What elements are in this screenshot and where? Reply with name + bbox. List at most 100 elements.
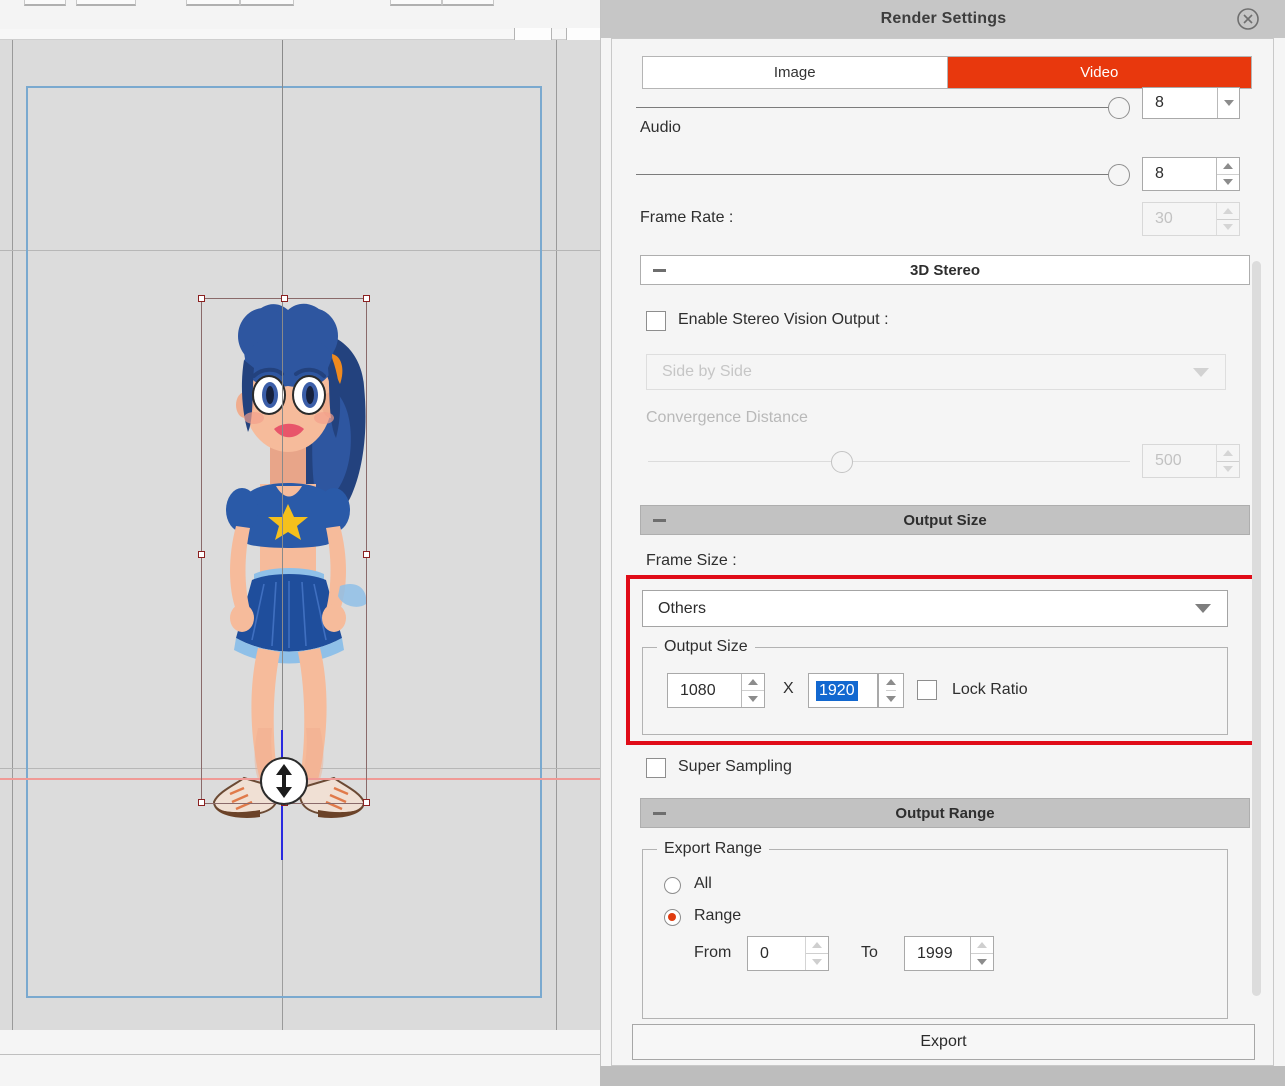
section-header-output-size[interactable]: Output Size [640,505,1250,535]
frame-rate-spinner-up[interactable] [1217,203,1239,219]
export-range-label-all: All [694,875,712,892]
convergence-spinner[interactable]: 500 [1142,444,1240,478]
selection-bounding-box[interactable] [198,295,370,806]
convergence-value: 500 [1155,452,1182,469]
section-title-output-size: Output Size [903,511,987,529]
quality-spinner-down[interactable] [1217,88,1239,118]
dialog-scrollbar-track[interactable] [1252,91,1261,1051]
guide-line-vertical [12,40,13,1030]
minus-icon [653,811,666,815]
size-separator-label: X [783,680,794,697]
convergence-spinner-arrows[interactable] [1216,445,1239,477]
output-width-spinner-down[interactable] [742,690,764,707]
output-width-spinner-up[interactable] [742,674,764,690]
convergence-spinner-up[interactable] [1217,445,1239,461]
toolbar-button-edge[interactable] [240,0,294,6]
to-frame-spinner-down[interactable] [971,953,993,970]
selection-handle-ml[interactable] [198,551,205,558]
audio-slider-knob[interactable] [1108,164,1130,186]
toolbar-strip [0,0,605,6]
from-frame-spinner[interactable]: 0 [747,936,829,971]
quality-slider-knob[interactable] [1108,97,1130,119]
super-sampling-checkbox[interactable] [646,758,666,778]
export-range-group-legend: Export Range [657,840,769,858]
export-button[interactable]: Export [632,1024,1255,1060]
convergence-spinner-down[interactable] [1217,460,1239,478]
output-width-spinner[interactable]: 1080 [667,673,765,708]
frame-rate-spinner-down[interactable] [1217,218,1239,236]
minus-icon [653,268,666,272]
output-height-field[interactable]: 1920 [808,673,878,708]
guide-line-vertical [556,40,557,1030]
output-width-spinner-arrows[interactable] [741,674,764,707]
selection-handle-tc[interactable] [281,295,288,302]
status-bar [0,1070,600,1086]
selection-handle-mr[interactable] [363,551,370,558]
frame-rate-label: Frame Rate : [640,209,734,226]
output-height-value: 1920 [816,680,858,701]
secondary-toolbar [0,28,605,46]
toolbar-button-edge[interactable] [24,0,66,6]
toolbar-button-edge[interactable] [390,0,442,6]
frame-rate-spinner-arrows[interactable] [1216,203,1239,235]
from-label: From [694,944,732,961]
pivot-move-handle[interactable] [260,757,308,805]
tab-video[interactable]: Video [946,57,1251,88]
section-header-output-range[interactable]: Output Range [640,798,1250,828]
export-range-radio-range[interactable] [664,909,681,926]
selection-handle-bl[interactable] [198,799,205,806]
output-height-spinner-down[interactable] [886,690,896,707]
selection-handle-tl[interactable] [198,295,205,302]
to-frame-spinner-arrows[interactable] [970,937,993,970]
section-title-3d-stereo: 3D Stereo [909,261,981,279]
audio-spinner[interactable]: 8 [1142,157,1240,191]
export-range-radio-all[interactable] [664,877,681,894]
super-sampling-label: Super Sampling [678,758,792,775]
section-header-3d-stereo[interactable]: 3D Stereo [640,255,1250,285]
enable-stereo-label: Enable Stereo Vision Output : [678,311,889,328]
selection-handle-br[interactable] [363,799,370,806]
enable-stereo-checkbox[interactable] [646,311,666,331]
audio-spinner-arrows[interactable] [1216,158,1239,190]
quality-slider-track[interactable] [636,107,1118,108]
frame-size-combobox[interactable]: Others [642,590,1228,627]
output-height-spinner-arrows[interactable] [878,673,904,708]
output-height-spinner-up[interactable] [886,674,896,690]
stereo-mode-combobox[interactable]: Side by Side [646,354,1226,390]
toolbar-button-edge[interactable] [76,0,136,6]
to-frame-spinner[interactable]: 1999 [904,936,994,971]
render-mode-tabs: Image Video [642,56,1252,89]
convergence-slider-knob[interactable] [831,451,853,473]
screen-root: Render Settings Image Video 8 Audio 8 Fr… [0,0,1285,1086]
selection-handle-tr[interactable] [363,295,370,302]
frame-rate-spinner[interactable]: 30 [1142,202,1240,236]
tab-image[interactable]: Image [643,57,947,88]
canvas-bottom-pad [0,1030,605,1055]
dialog-titlebar[interactable]: Render Settings [601,0,1285,38]
convergence-distance-label: Convergence Distance [646,409,808,426]
lock-ratio-checkbox[interactable] [917,680,937,700]
from-frame-spinner-up[interactable] [806,937,828,953]
close-icon[interactable] [1236,7,1260,31]
audio-spinner-down[interactable] [1217,173,1239,191]
from-frame-spinner-down[interactable] [806,953,828,970]
section-title-output-range: Output Range [895,804,995,822]
convergence-slider-track[interactable] [648,461,1130,462]
toolbar-button-edge[interactable] [186,0,240,6]
quality-spinner-arrows[interactable] [1217,88,1239,118]
dialog-scrollbar-thumb[interactable] [1252,261,1261,996]
up-down-arrow-icon [276,764,292,798]
toolbar-button-edge[interactable] [442,0,494,6]
to-frame-spinner-up[interactable] [971,937,993,953]
from-frame-spinner-arrows[interactable] [805,937,828,970]
lock-ratio-label: Lock Ratio [952,681,1028,698]
dialog-body: Image Video 8 Audio 8 Frame Rate: 30 3D… [611,38,1274,1066]
animation-canvas[interactable] [0,40,605,1030]
audio-slider-track[interactable] [636,174,1118,175]
audio-spinner-up[interactable] [1217,158,1239,174]
to-frame-value: 1999 [917,944,953,962]
output-size-group-legend: Output Size [657,638,755,656]
export-range-label-range: Range [694,907,742,924]
quality-spinner[interactable]: 8 [1142,87,1240,119]
chevron-down-icon [1195,604,1211,613]
